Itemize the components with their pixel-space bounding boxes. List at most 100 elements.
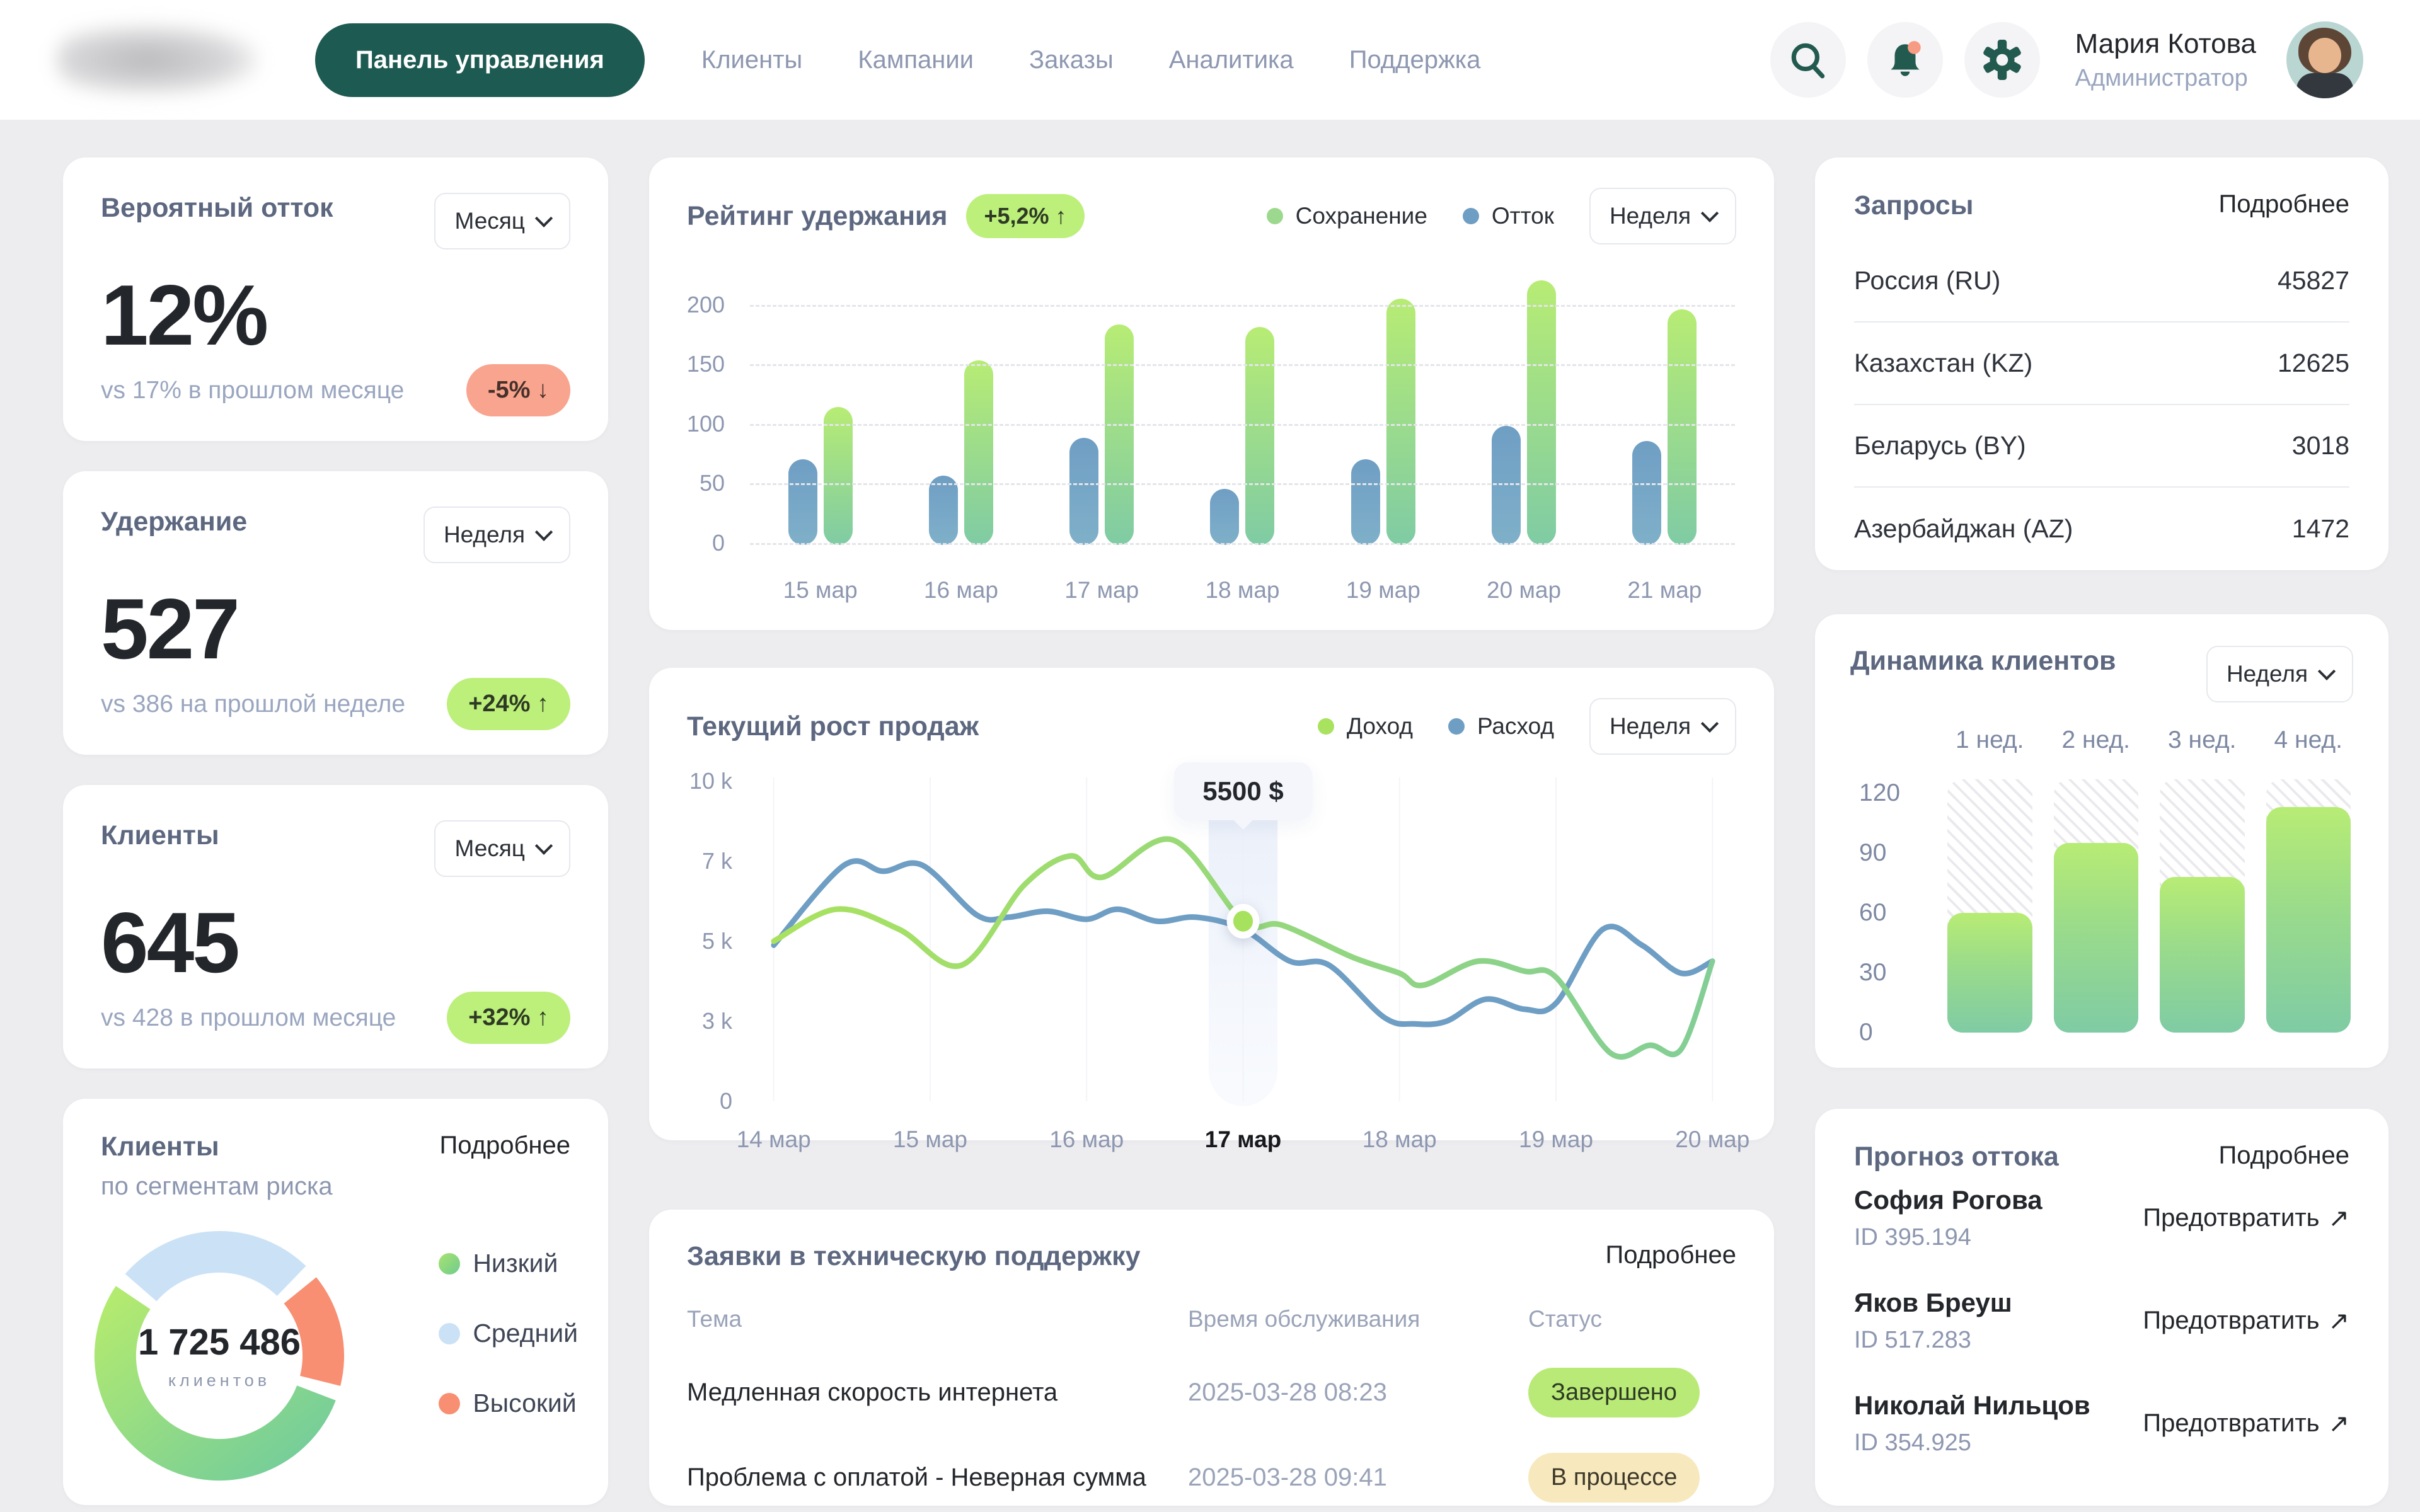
list-item: Яков Бреуш ID 517.283 Предотвратить↗ <box>1854 1288 2349 1354</box>
period-select[interactable]: Неделя <box>424 507 570 563</box>
support-card: Заявки в техническую поддержку Подробнее… <box>649 1210 1774 1506</box>
x-tick-label: 4 нед. <box>2266 726 2351 754</box>
arrow-ne-icon: ↗ <box>2328 1307 2349 1336</box>
client-name: Яков Бреуш <box>1854 1288 2012 1318</box>
prevent-action-link[interactable]: Предотвратить↗ <box>2143 1409 2349 1438</box>
period-select[interactable]: Месяц <box>434 820 570 877</box>
chevron-down-icon <box>1701 715 1719 733</box>
period-select-value: Неделя <box>1610 203 1691 229</box>
table-row: Медленная скорость интернета2025-03-28 0… <box>687 1368 1736 1418</box>
legend-dot-icon <box>1318 718 1334 735</box>
donut-center-label: клиентов <box>168 1371 270 1390</box>
period-select[interactable]: Неделя <box>1589 698 1736 755</box>
sales-chart-card: Текущий рост продаж ДоходРасход Неделя 5… <box>649 668 1774 1140</box>
prevent-action-link[interactable]: Предотвратить↗ <box>2143 1307 2349 1336</box>
search-button[interactable] <box>1770 22 1846 98</box>
x-tick-label: 16 мар <box>890 577 1031 604</box>
legend-dot-icon <box>439 1323 460 1344</box>
client-id: ID 517.283 <box>1854 1327 2012 1354</box>
sales-title: Текущий рост продаж <box>687 711 979 742</box>
tab-dashboard[interactable]: Панель управления <box>315 23 645 97</box>
period-select-value: Месяц <box>454 208 525 234</box>
bar-outflow <box>1210 489 1239 545</box>
bar-clients <box>1947 913 2032 1033</box>
kpi-value: 12% <box>101 266 570 364</box>
kpi-delta-badge: +32% ↑ <box>447 992 570 1044</box>
legend-label: Низкий <box>473 1249 558 1278</box>
notifications-button[interactable] <box>1867 22 1943 98</box>
avatar[interactable] <box>2286 21 2363 98</box>
chevron-down-icon <box>2318 663 2336 680</box>
y-tick-label: 0 <box>712 530 725 556</box>
country-label: Беларусь (BY) <box>1854 431 2026 461</box>
period-select[interactable]: Месяц <box>434 193 570 249</box>
avatar-body <box>2296 73 2353 98</box>
gridline <box>750 424 1735 426</box>
legend-item: Сохранение <box>1267 203 1427 229</box>
churn-list: София РоговаID 395.194Предотвратить↗ Яков… <box>1854 1185 2349 1457</box>
prevent-action-link[interactable]: Предотвратить↗ <box>2143 1204 2349 1233</box>
bar-group <box>1032 271 1172 545</box>
client-id: ID 354.925 <box>1854 1429 2090 1457</box>
nav-item[interactable]: Поддержка <box>1349 46 1481 74</box>
legend-label: Доход <box>1347 713 1413 740</box>
kpi-delta-badge: -5% ↓ <box>466 364 570 416</box>
user-info: Мария Котова Администратор <box>2075 28 2256 92</box>
column-topic: Тема <box>687 1306 1188 1332</box>
kpi-card-clients: Клиенты Месяц 645 vs 428 в прошлом месяц… <box>63 785 608 1068</box>
list-item: Азербайджан (AZ)1472 <box>1854 488 2349 570</box>
legend-dot-icon <box>1267 208 1283 224</box>
status-badge: Завершено <box>1528 1368 1700 1418</box>
churn-more-link[interactable]: Подробнее <box>2219 1142 2349 1170</box>
retention-legend: Сохранение Отток <box>1267 203 1554 229</box>
period-select[interactable]: Неделя <box>1589 188 1736 244</box>
period-select-value: Неделя <box>444 522 525 548</box>
risk-legend: НизкийСреднийВысокий <box>439 1249 578 1418</box>
bar-clients <box>2054 843 2139 1033</box>
requests-title: Запросы <box>1854 190 1973 221</box>
country-label: Россия (RU) <box>1854 266 2000 295</box>
bar-outflow <box>1351 459 1380 545</box>
settings-button[interactable] <box>1964 22 2040 98</box>
kpi-title: Клиенты <box>101 820 219 851</box>
bar-group <box>1453 271 1594 545</box>
legend-label: Отток <box>1492 203 1554 229</box>
gear-icon <box>1981 39 2023 81</box>
period-select[interactable]: Неделя <box>2206 646 2353 702</box>
y-tick-label: 5 k <box>702 928 732 954</box>
requests-more-link[interactable]: Подробнее <box>2219 190 2349 219</box>
ticket-topic: Медленная скорость интернета <box>687 1378 1188 1407</box>
period-select-value: Месяц <box>454 835 525 862</box>
y-tick-label: 120 <box>1859 779 1900 807</box>
list-item: София РоговаID 395.194Предотвратить↗ <box>1854 1185 2349 1251</box>
bar-retention <box>1105 324 1134 545</box>
dynamics-y-axis: 0306090120 <box>1844 779 1939 1033</box>
retention-title: Рейтинг удержания <box>687 201 947 232</box>
ticket-topic: Проблема с оплатой - Неверная сумма <box>687 1463 1188 1492</box>
dynamics-title: Динамика клиентов <box>1850 646 2116 677</box>
chevron-down-icon <box>1701 205 1719 222</box>
nav-item[interactable]: Заказы <box>1029 46 1114 74</box>
y-tick-label: 30 <box>1859 959 1886 987</box>
x-tick-label: 17 мар <box>1032 577 1172 604</box>
support-more-link[interactable]: Подробнее <box>1606 1241 1736 1269</box>
column-status: Статус <box>1528 1306 1736 1332</box>
legend-item: Высокий <box>439 1389 578 1418</box>
x-tick-label: 17 мар <box>1205 1126 1282 1153</box>
bar-outflow <box>1632 441 1661 545</box>
segments-more-link[interactable]: Подробнее <box>440 1131 570 1160</box>
status-badge: В процессе <box>1528 1453 1700 1503</box>
x-tick-label: 20 мар <box>1675 1126 1749 1153</box>
kpi-compare: vs 428 в прошлом месяце <box>101 1004 396 1032</box>
bar-retention <box>1527 280 1556 545</box>
nav-item[interactable]: Клиенты <box>701 46 802 74</box>
support-table-header: Тема Время обслуживания Статус <box>687 1306 1736 1332</box>
dynamics-card: Динамика клиентов Неделя 1 нед.2 нед.3 н… <box>1815 614 2388 1068</box>
gridline <box>750 364 1735 366</box>
segments-card: Клиенты Подробнее по сегментам риска 1 7… <box>63 1099 608 1505</box>
nav-item[interactable]: Аналитика <box>1169 46 1294 74</box>
nav-item[interactable]: Кампании <box>858 46 974 74</box>
bar-clients <box>2160 877 2245 1033</box>
churn-title: Прогноз оттока <box>1854 1142 2059 1172</box>
chevron-down-icon <box>535 524 553 541</box>
